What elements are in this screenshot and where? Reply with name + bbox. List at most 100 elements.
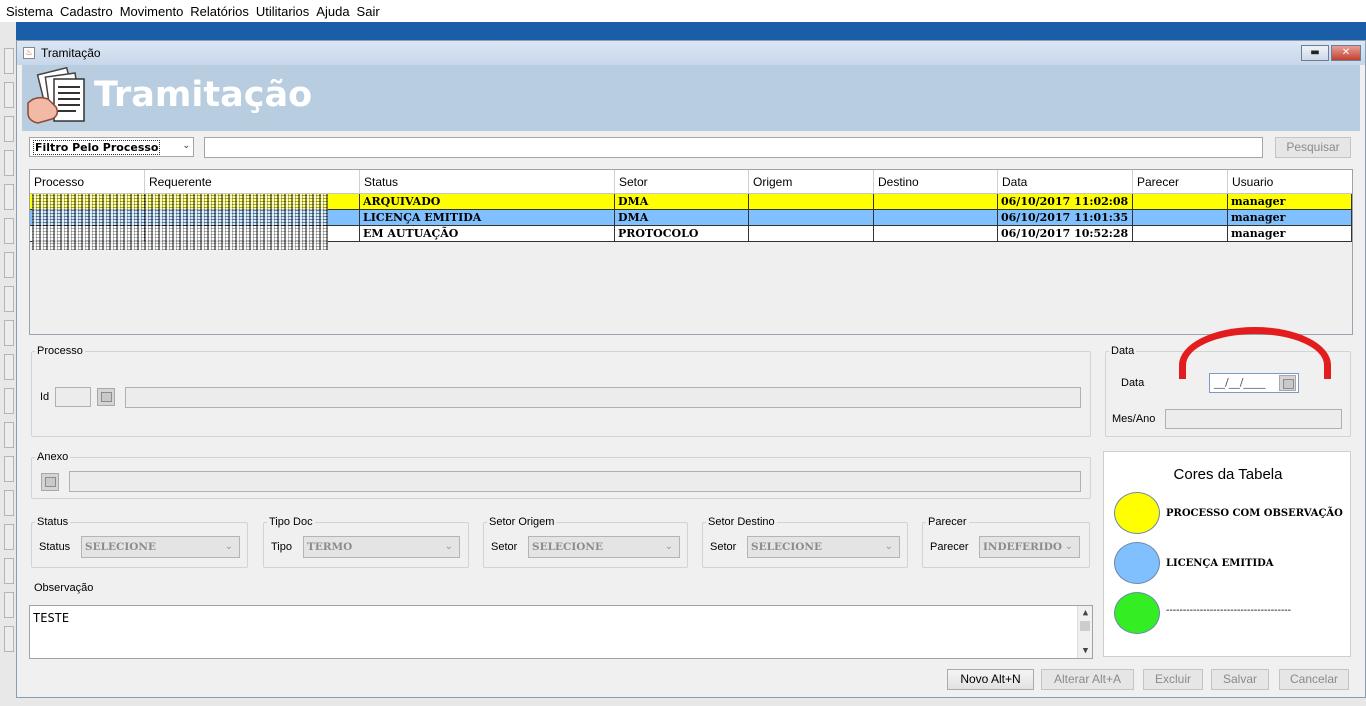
chevron-down-icon: ⌄ (1064, 541, 1073, 552)
scroll-up-icon[interactable]: ▲ (1078, 606, 1093, 620)
col-origem[interactable]: Origem (749, 170, 874, 194)
tramitacao-table[interactable]: Processo Requerente Status Setor Origem … (29, 169, 1353, 335)
menu-sistema[interactable]: Sistema (6, 4, 53, 19)
tramitacao-window: ♨ Tramitação ▬ ✕ Tramitação Filtro Pelo … (16, 40, 1366, 698)
scroll-down-icon[interactable]: ▼ (1078, 644, 1093, 658)
side-button[interactable] (4, 456, 14, 482)
status-select[interactable]: SELECIONE ⌄ (81, 536, 240, 558)
side-button[interactable] (4, 116, 14, 142)
status-label: Status (39, 541, 71, 553)
col-requerente[interactable]: Requerente (145, 170, 360, 194)
cell-parecer (1133, 210, 1228, 226)
blue-circle-icon (1114, 542, 1160, 584)
search-icon[interactable] (97, 388, 115, 406)
id-field[interactable] (55, 387, 91, 407)
side-button[interactable] (4, 286, 14, 312)
observacao-scrollbar[interactable]: ▲ ▼ (1077, 606, 1092, 658)
parecer-select[interactable]: INDEFERIDO ⌄ (979, 536, 1080, 558)
legend-label-green: ------------------------------------- (1166, 605, 1292, 616)
search-input[interactable] (204, 137, 1263, 158)
cell-origem (749, 226, 874, 242)
anexo-field[interactable] (69, 471, 1081, 492)
side-button[interactable] (4, 490, 14, 516)
desktop-side-buttons (0, 40, 16, 706)
filter-row: Filtro Pelo Processo ⌄ Pesquisar (29, 137, 1355, 158)
tipo-select[interactable]: TERMO ⌄ (303, 536, 460, 558)
processo-description-field[interactable] (125, 387, 1081, 408)
setor-destino-select[interactable]: SELECIONE ⌄ (747, 536, 900, 558)
menu-bar: Sistema Cadastro Movimento Relatórios Ut… (0, 0, 1366, 22)
setor-origem-legend: Setor Origem (489, 516, 555, 528)
side-button[interactable] (4, 422, 14, 448)
side-button[interactable] (4, 218, 14, 244)
cell-usuario: manager (1228, 194, 1352, 210)
side-button[interactable] (4, 354, 14, 380)
observacao-textarea[interactable]: TESTE ▲ ▼ (29, 605, 1093, 659)
mesano-label: Mes/Ano (1112, 413, 1156, 425)
alterar-button[interactable]: Alterar Alt+A (1041, 669, 1134, 690)
side-button[interactable] (4, 48, 14, 74)
cell-parecer (1133, 226, 1228, 242)
cell-usuario: manager (1228, 226, 1352, 242)
mesano-field[interactable] (1165, 409, 1342, 429)
cell-setor: DMA (615, 194, 749, 210)
parecer-label: Parecer (930, 541, 969, 553)
cores-title: Cores da Tabela (1173, 466, 1283, 483)
cancelar-button[interactable]: Cancelar (1279, 669, 1349, 690)
side-button[interactable] (4, 592, 14, 618)
processo-legend: Processo (37, 345, 83, 357)
observacao-label: Observação (34, 582, 94, 594)
side-button[interactable] (4, 82, 14, 108)
attach-search-icon[interactable] (41, 473, 59, 491)
status-select-value: SELECIONE (85, 541, 156, 553)
documents-hand-icon (27, 67, 85, 124)
salvar-button[interactable]: Salvar (1211, 669, 1269, 690)
menu-relatorios[interactable]: Relatórios (190, 4, 249, 19)
side-button[interactable] (4, 184, 14, 210)
tipo-select-value: TERMO (307, 541, 353, 553)
setor-origem-label: Setor (491, 541, 518, 553)
close-icon[interactable]: ✕ (1331, 45, 1361, 61)
desktop-top-bar (16, 22, 1366, 40)
green-circle-icon (1114, 592, 1160, 634)
legend-label-licenca: LICENÇA EMITIDA (1166, 558, 1274, 569)
col-status[interactable]: Status (360, 170, 615, 194)
setor-origem-select-value: SELECIONE (532, 541, 603, 553)
setor-destino-select-value: SELECIONE (751, 541, 822, 553)
side-button[interactable] (4, 524, 14, 550)
novo-button[interactable]: Novo Alt+N (947, 669, 1034, 690)
setor-origem-select[interactable]: SELECIONE ⌄ (528, 536, 680, 558)
page-title: Tramitação (94, 75, 313, 115)
side-button[interactable] (4, 150, 14, 176)
window-titlebar[interactable]: ♨ Tramitação (17, 41, 1365, 65)
menu-ajuda[interactable]: Ajuda (316, 4, 349, 19)
parecer-legend: Parecer (928, 516, 967, 528)
minimize-icon[interactable]: ▬ (1301, 45, 1329, 61)
filter-select-value: Filtro Pelo Processo (33, 140, 161, 155)
menu-utilitarios[interactable]: Utilitarios (256, 4, 309, 19)
col-setor[interactable]: Setor (615, 170, 749, 194)
cell-destino (874, 210, 998, 226)
col-parecer[interactable]: Parecer (1133, 170, 1228, 194)
side-button[interactable] (4, 626, 14, 652)
col-destino[interactable]: Destino (874, 170, 998, 194)
excluir-button[interactable]: Excluir (1143, 669, 1203, 690)
menu-movimento[interactable]: Movimento (120, 4, 184, 19)
side-button[interactable] (4, 252, 14, 278)
menu-sair[interactable]: Sair (357, 4, 380, 19)
tipo-doc-legend: Tipo Doc (269, 516, 313, 528)
col-data[interactable]: Data (998, 170, 1133, 194)
cell-status: EM AUTUAÇÃO (360, 226, 615, 242)
scroll-thumb[interactable] (1080, 621, 1090, 631)
search-button[interactable]: Pesquisar (1275, 137, 1351, 158)
menu-cadastro[interactable]: Cadastro (60, 4, 113, 19)
cell-status: LICENÇA EMITIDA (360, 210, 615, 226)
side-button[interactable] (4, 320, 14, 346)
status-legend: Status (37, 516, 69, 528)
col-usuario[interactable]: Usuario (1228, 170, 1352, 194)
side-button[interactable] (4, 558, 14, 584)
cell-setor: PROTOCOLO (615, 226, 749, 242)
side-button[interactable] (4, 388, 14, 414)
col-processo[interactable]: Processo (30, 170, 145, 194)
filter-select[interactable]: Filtro Pelo Processo ⌄ (29, 137, 194, 157)
